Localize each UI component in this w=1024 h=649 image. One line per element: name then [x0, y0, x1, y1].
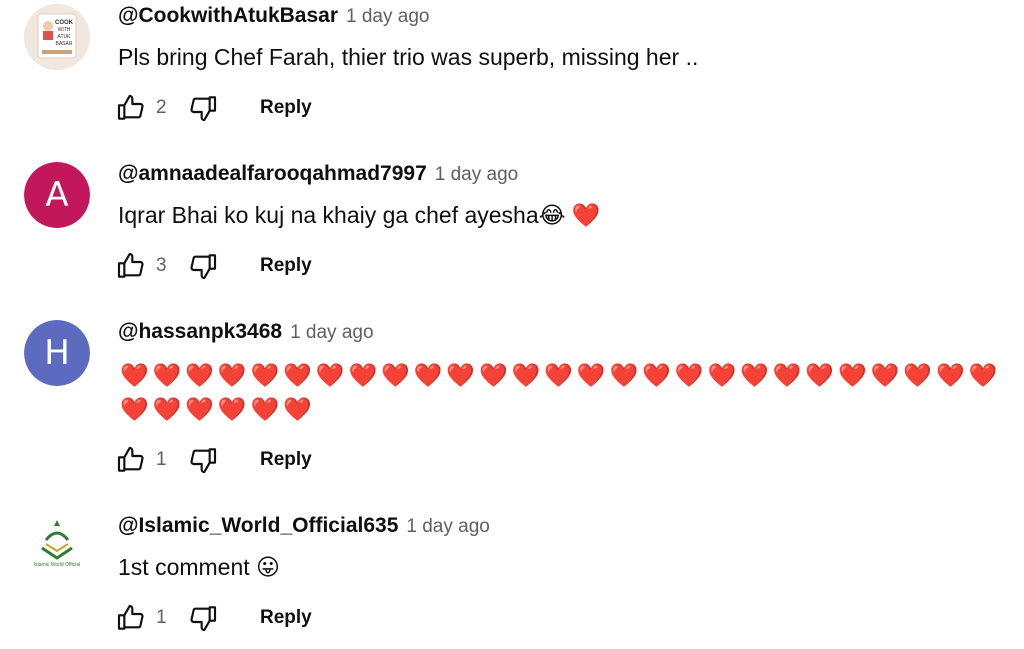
like-count: 1: [156, 607, 167, 628]
dislike-button[interactable]: [184, 441, 222, 479]
reply-button[interactable]: Reply: [260, 449, 312, 471]
comment-timestamp[interactable]: 1 day ago: [406, 516, 489, 538]
avatar-letter: A: [45, 175, 69, 215]
reply-button[interactable]: Reply: [260, 607, 312, 629]
comment-timestamp[interactable]: 1 day ago: [290, 322, 373, 344]
channel-logo: COOK WITH ATUK BASAR: [24, 4, 90, 70]
svg-text:WITH: WITH: [58, 27, 71, 33]
svg-text:ATUK: ATUK: [58, 34, 72, 40]
comment-timestamp[interactable]: 1 day ago: [346, 6, 429, 28]
dislike-button[interactable]: [184, 599, 222, 637]
like-button[interactable]: [112, 441, 150, 479]
comment-author[interactable]: @amnaadealfarooqahmad7997: [118, 162, 427, 186]
comment-text: 1st comment 😛: [118, 554, 281, 580]
thumbs-down-icon: [190, 96, 217, 122]
like-button[interactable]: [112, 89, 150, 127]
channel-logo: Islamic World Official: [34, 520, 81, 568]
like-count: 3: [156, 255, 167, 276]
thumbs-down-icon: [190, 606, 217, 632]
svg-text:BASAR: BASAR: [56, 41, 73, 47]
avatar[interactable]: H: [24, 320, 90, 386]
comment-author[interactable]: @Islamic_World_Official635: [118, 514, 398, 538]
dislike-button[interactable]: [184, 247, 222, 285]
comment-author[interactable]: @CookwithAtukBasar: [118, 4, 338, 28]
thumbs-up-icon: [117, 604, 144, 630]
thumbs-down-icon: [190, 254, 217, 280]
comment-text: Pls bring Chef Farah, thier trio was sup…: [118, 44, 699, 70]
thumbs-up-icon: [117, 94, 144, 120]
avatar[interactable]: Islamic World Official: [24, 514, 90, 580]
comment-text: Iqrar Bhai ko kuj na khaiy ga chef ayesh…: [118, 202, 601, 228]
avatar[interactable]: A: [24, 162, 90, 228]
svg-text:COOK: COOK: [55, 20, 74, 26]
like-count: 2: [156, 97, 167, 118]
like-count: 1: [156, 449, 167, 470]
like-button[interactable]: [112, 247, 150, 285]
comment-text: ❤️❤️❤️❤️❤️❤️❤️❤️❤️❤️❤️❤️❤️❤️❤️❤️❤️❤️❤️❤️…: [120, 362, 1002, 422]
avatar[interactable]: COOK WITH ATUK BASAR: [24, 4, 90, 70]
thumbs-down-icon: [190, 448, 217, 474]
dislike-button[interactable]: [184, 89, 222, 127]
thumbs-up-icon: [117, 252, 144, 278]
avatar-letter: H: [44, 333, 70, 373]
comment-author[interactable]: @hassanpk3468: [118, 320, 282, 344]
reply-button[interactable]: Reply: [260, 255, 312, 277]
comment-timestamp[interactable]: 1 day ago: [435, 164, 518, 186]
svg-text:Islamic World Official: Islamic World Official: [34, 562, 81, 568]
reply-button[interactable]: Reply: [260, 97, 312, 119]
like-button[interactable]: [112, 599, 150, 637]
thumbs-up-icon: [117, 446, 144, 472]
